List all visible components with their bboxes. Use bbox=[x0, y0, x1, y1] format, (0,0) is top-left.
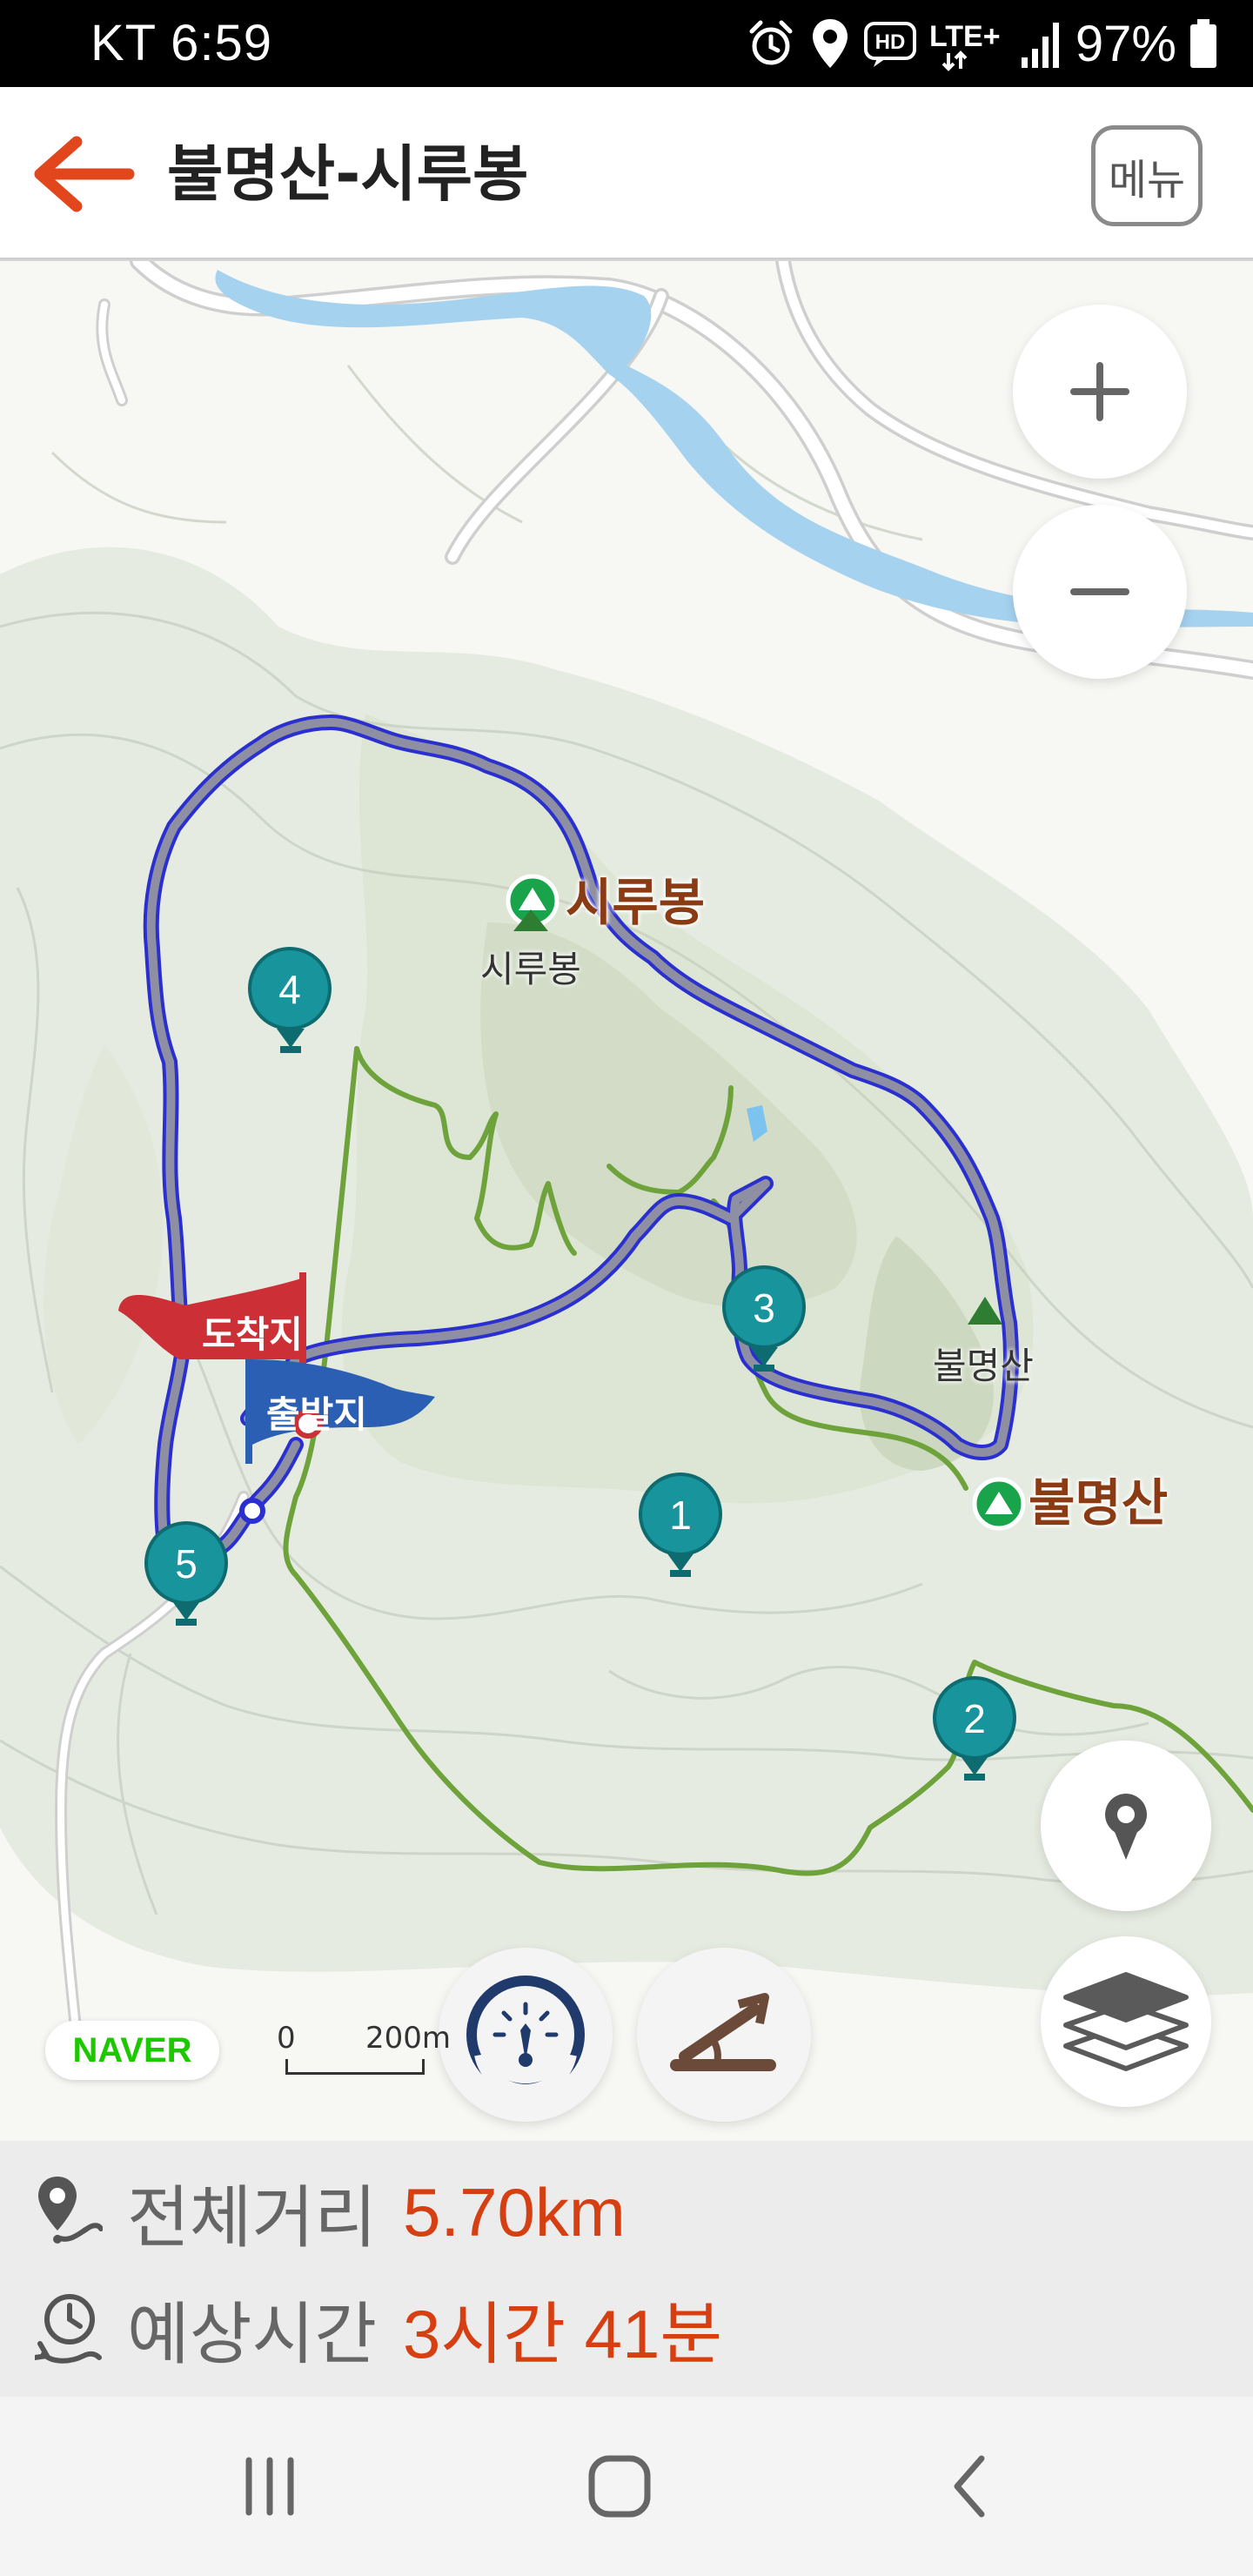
signal-icon bbox=[1021, 23, 1059, 68]
waypoint-label-1: 1 bbox=[669, 1493, 692, 1538]
home-button[interactable] bbox=[533, 2397, 707, 2576]
distance-value: 5.70km bbox=[403, 2173, 626, 2251]
back-icon bbox=[954, 2455, 985, 2518]
time-label: 예상시간 bbox=[127, 2296, 378, 2374]
lte-text: LTE+ bbox=[929, 20, 1001, 53]
system-nav-bar bbox=[0, 2397, 1253, 2576]
scale-bar: 0 200m bbox=[277, 2021, 451, 2083]
speedometer-icon bbox=[466, 1976, 585, 2098]
scale-zero: 0 bbox=[277, 2021, 296, 2056]
page-title: 불명산-시루봉 bbox=[167, 138, 529, 210]
recent-apps-icon bbox=[245, 2457, 294, 2516]
waypoint-label-2: 2 bbox=[963, 1696, 986, 1741]
speed-button[interactable] bbox=[439, 1948, 613, 2122]
naver-logo: NAVER bbox=[45, 2021, 219, 2080]
end-flag-label: 도착지 bbox=[202, 1313, 303, 1356]
waypoint-label-5: 5 bbox=[175, 1541, 198, 1587]
distance-row: 전체거리 5.70km bbox=[35, 2160, 626, 2264]
scale-line bbox=[285, 2059, 425, 2075]
my-location-icon bbox=[1105, 1794, 1147, 1860]
slope-button[interactable] bbox=[637, 1948, 811, 2122]
my-location-button[interactable] bbox=[1041, 1741, 1211, 1911]
status-bar: KT 6:59 HD LTE+ 97% bbox=[0, 0, 1253, 87]
home-icon bbox=[588, 2455, 651, 2518]
zoom-out-button[interactable] bbox=[1013, 505, 1187, 679]
waypoint-label-3: 3 bbox=[753, 1285, 775, 1331]
hd-text: HD bbox=[875, 30, 906, 54]
time-value: 3시간 41분 bbox=[403, 2296, 723, 2372]
hd-voice-icon: HD bbox=[863, 22, 916, 67]
app-header: 불명산-시루봉 메뉴 bbox=[0, 87, 1253, 261]
waypoint-label-4: 4 bbox=[278, 967, 301, 1012]
recent-apps-button[interactable] bbox=[183, 2397, 357, 2576]
zoom-in-icon bbox=[1070, 362, 1129, 421]
scale-value: 200m bbox=[365, 2021, 452, 2056]
location-pin-icon bbox=[812, 19, 848, 68]
status-carrier-time: KT 6:59 bbox=[90, 15, 273, 71]
battery-percent: 97% bbox=[1075, 15, 1176, 72]
alarm-icon bbox=[749, 20, 793, 65]
distance-label: 전체거리 bbox=[127, 2179, 378, 2257]
time-pin-icon bbox=[35, 2294, 102, 2364]
zoom-in-button[interactable] bbox=[1013, 305, 1187, 479]
lte-plus-icon: LTE+ bbox=[929, 20, 1001, 71]
slope-icon bbox=[670, 1993, 776, 2071]
status-icons: HD LTE+ 97% bbox=[745, 12, 1218, 75]
start-flag-label: 출발지 bbox=[266, 1393, 367, 1436]
distance-pin-icon bbox=[38, 2177, 103, 2244]
back-button[interactable] bbox=[26, 126, 139, 222]
siru-peak-label[interactable]: 시루봉 bbox=[566, 862, 705, 935]
menu-button[interactable]: 메뉴 bbox=[1091, 125, 1203, 226]
back-arrow-icon bbox=[34, 136, 135, 212]
end-point-icon bbox=[239, 1498, 265, 1524]
bulmyeong-peak-sublabel: 불명산 bbox=[933, 1345, 1034, 1387]
bulmyeong-peak-icon[interactable] bbox=[972, 1477, 1026, 1531]
siru-peak-sublabel: 시루봉 bbox=[480, 948, 581, 990]
hiking-map[interactable]: 4 3 1 5 2 시루봉 시루봉 불명산 불명산 도착지 출발지 NAVER … bbox=[0, 261, 1253, 2141]
time-row: 예상시간 3시간 41분 bbox=[35, 2277, 722, 2381]
layers-icon bbox=[1063, 1972, 1189, 2071]
zoom-out-icon bbox=[1070, 588, 1129, 595]
battery-icon bbox=[1190, 19, 1216, 68]
bulmyeong-peak-label[interactable]: 불명산 bbox=[1029, 1462, 1168, 1535]
layers-button[interactable] bbox=[1041, 1936, 1211, 2107]
nav-back-button[interactable] bbox=[884, 2397, 1058, 2576]
